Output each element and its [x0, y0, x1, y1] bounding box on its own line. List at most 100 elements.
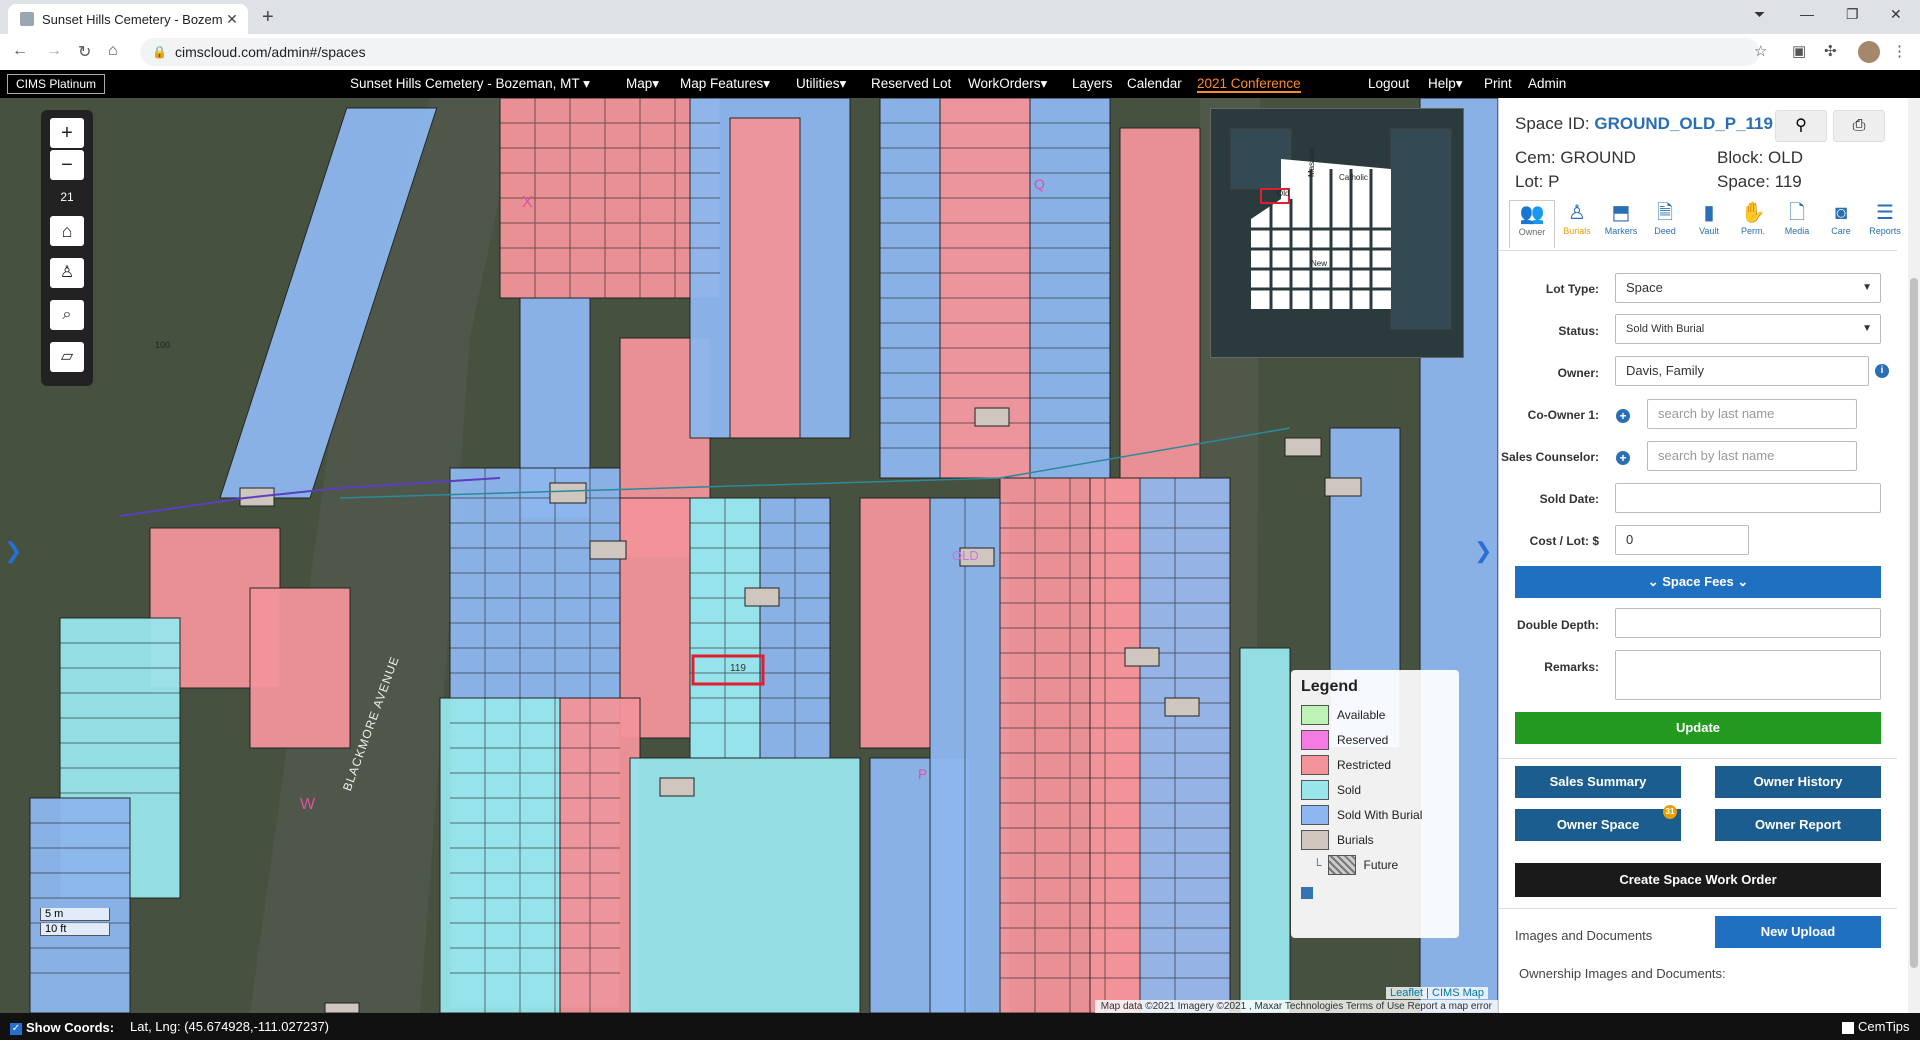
sales-summary-button[interactable]: Sales Summary: [1515, 766, 1681, 798]
tab-deed[interactable]: 🗎 Deed: [1643, 200, 1687, 248]
avatar[interactable]: [1858, 41, 1880, 63]
nav-map[interactable]: Map▾: [626, 76, 659, 92]
space-fees-toggle[interactable]: ⌄ Space Fees ⌄: [1515, 566, 1881, 598]
tab-media[interactable]: 🗋 Media: [1775, 200, 1819, 248]
tab-perm[interactable]: ✋ Perm.: [1731, 200, 1775, 248]
add-coowner-icon[interactable]: +: [1616, 409, 1630, 423]
section-label-w: W: [300, 796, 316, 813]
zoom-in-button[interactable]: +: [50, 118, 84, 148]
expand-left-icon[interactable]: ❯: [4, 538, 22, 564]
nav-layers[interactable]: Layers: [1072, 76, 1113, 91]
update-button[interactable]: Update: [1515, 712, 1881, 744]
new-upload-button[interactable]: New Upload: [1715, 916, 1881, 948]
owner-space-button[interactable]: Owner Space 31: [1515, 805, 1681, 841]
scrollbar-thumb[interactable]: [1910, 278, 1918, 968]
url-field[interactable]: 🔒 cimscloud.com/admin#/spaces: [140, 38, 1760, 66]
zoom-box-icon[interactable]: ⌕: [50, 300, 84, 330]
legend-swatch: [1301, 804, 1329, 825]
map-attribution[interactable]: Map data ©2021 Imagery ©2021 , Maxar Tec…: [1094, 1000, 1498, 1013]
map-pin-icon: ⚲: [1795, 117, 1807, 134]
checkbox-unchecked-icon[interactable]: [1842, 1021, 1854, 1034]
tab-reports[interactable]: ☰ Reports: [1863, 200, 1907, 248]
list-icon: ☰: [1876, 202, 1894, 224]
tab-vault[interactable]: ▮ Vault: [1687, 200, 1731, 248]
puzzle-icon[interactable]: ✣: [1824, 42, 1837, 60]
checkbox-checked-icon[interactable]: ✓: [10, 1022, 22, 1035]
new-tab-icon[interactable]: +: [262, 6, 274, 29]
tab-owner[interactable]: 👥 Owner: [1509, 200, 1555, 248]
legend-swatch: [1301, 829, 1329, 850]
reload-icon[interactable]: ↻: [78, 42, 91, 62]
panel-scrollbar[interactable]: [1908, 98, 1920, 1013]
remarks-textarea[interactable]: [1615, 650, 1881, 700]
info-icon[interactable]: i: [1875, 364, 1889, 378]
bookmark-star-icon[interactable]: ☆: [1754, 42, 1767, 60]
chevron-down-icon: ▼: [1862, 323, 1872, 334]
nav-utilities[interactable]: Utilities▾: [796, 76, 846, 92]
back-icon[interactable]: ←: [12, 42, 28, 60]
nav-workorders[interactable]: WorkOrders▾: [968, 76, 1047, 92]
cost-input[interactable]: 0: [1615, 525, 1749, 555]
window-close-icon[interactable]: ✕: [1890, 6, 1902, 23]
show-coords-toggle[interactable]: ✓ Show Coords:: [10, 1020, 114, 1035]
nav-admin[interactable]: Admin: [1528, 76, 1566, 91]
map-scale: 5 m 10 ft: [40, 908, 110, 938]
print-button[interactable]: ⎙: [1833, 110, 1885, 142]
lot-type-select[interactable]: Space ▼: [1615, 273, 1881, 303]
tab-burials[interactable]: ♙ Burials: [1555, 200, 1599, 248]
minimize-icon[interactable]: —: [1800, 6, 1814, 22]
extension-icon[interactable]: ▣: [1792, 42, 1806, 60]
nav-help[interactable]: Help▾: [1428, 76, 1463, 92]
favicon-icon: [20, 12, 34, 26]
legend-label: Available: [1337, 707, 1386, 722]
sales-counselor-search-input[interactable]: search by last name: [1647, 441, 1857, 471]
double-depth-input[interactable]: [1615, 608, 1881, 638]
owner-field[interactable]: Davis, Family: [1615, 356, 1869, 386]
measure-ruler-icon[interactable]: ▱: [50, 342, 84, 372]
add-sales-counselor-icon[interactable]: +: [1616, 451, 1630, 465]
space-id-value: GROUND_OLD_P_119: [1594, 114, 1773, 133]
legend-toggle-icon[interactable]: [1301, 887, 1313, 899]
nav-cemetery[interactable]: Sunset Hills Cemetery - Bozeman, MT ▾: [350, 76, 590, 92]
restore-icon[interactable]: ❐: [1846, 6, 1859, 23]
owner-report-button[interactable]: Owner Report: [1715, 809, 1881, 841]
home-icon[interactable]: ⌂: [108, 42, 118, 60]
legend-label: Sold: [1337, 782, 1362, 797]
home-view-icon[interactable]: ⌂: [50, 216, 84, 246]
tab-markers[interactable]: ⬒ Markers: [1599, 200, 1643, 248]
brand-label[interactable]: CIMS Platinum: [7, 74, 106, 94]
person-icon: ♙: [1568, 202, 1586, 224]
nav-calendar[interactable]: Calendar: [1127, 76, 1182, 91]
locate-person-icon[interactable]: ♙: [50, 258, 84, 288]
locate-on-map-button[interactable]: ⚲: [1775, 110, 1827, 142]
space-id-label: Space ID:: [1515, 114, 1590, 133]
profile-menu-icon[interactable]: ⏷: [1754, 6, 1765, 23]
tab-care[interactable]: ◙ Care: [1819, 200, 1863, 248]
sold-date-input[interactable]: [1615, 483, 1881, 513]
nav-logout[interactable]: Logout: [1368, 76, 1409, 91]
close-tab-icon[interactable]: ✕: [222, 11, 242, 28]
section-divider: [1499, 758, 1897, 759]
nav-map-features[interactable]: Map Features▾: [680, 76, 770, 92]
nav-reserved-lot[interactable]: Reserved Lot: [871, 76, 951, 91]
zoom-out-button[interactable]: −: [50, 150, 84, 180]
chrome-menu-icon[interactable]: ⋮: [1892, 42, 1907, 60]
legend-swatch: [1301, 779, 1329, 800]
leaflet-link-text[interactable]: Leaflet | CIMS Map: [1390, 987, 1484, 999]
legend-swatch: [1327, 854, 1356, 875]
nav-conference[interactable]: 2021 Conference: [1197, 76, 1301, 93]
leaflet-attribution[interactable]: Leaflet | CIMS Map: [1386, 987, 1488, 999]
create-work-order-button[interactable]: Create Space Work Order: [1515, 863, 1881, 897]
cemtips-toggle[interactable]: CemTips: [1842, 1019, 1910, 1034]
double-depth-label: Double Depth:: [1517, 618, 1599, 632]
owner-history-button[interactable]: Owner History: [1715, 766, 1881, 798]
collapse-panel-icon[interactable]: ❯: [1474, 538, 1492, 564]
status-select[interactable]: Sold With Burial ▼: [1615, 314, 1881, 344]
nav-print[interactable]: Print: [1484, 76, 1512, 91]
coowner-search-input[interactable]: search by last name: [1647, 399, 1857, 429]
browser-tab[interactable]: Sunset Hills Cemetery - Bozeman ✕: [8, 4, 248, 34]
cemetery-map[interactable]: 119 100 OLD X W P Q BLACKMORE AVENUE + −…: [0, 98, 1498, 1013]
forward-icon[interactable]: →: [46, 42, 62, 60]
overview-minimap[interactable]: Old Masonic Catholic New: [1210, 108, 1464, 358]
status-bar: ✓ Show Coords: Lat, Lng: (45.674928,-111.…: [0, 1013, 1920, 1040]
